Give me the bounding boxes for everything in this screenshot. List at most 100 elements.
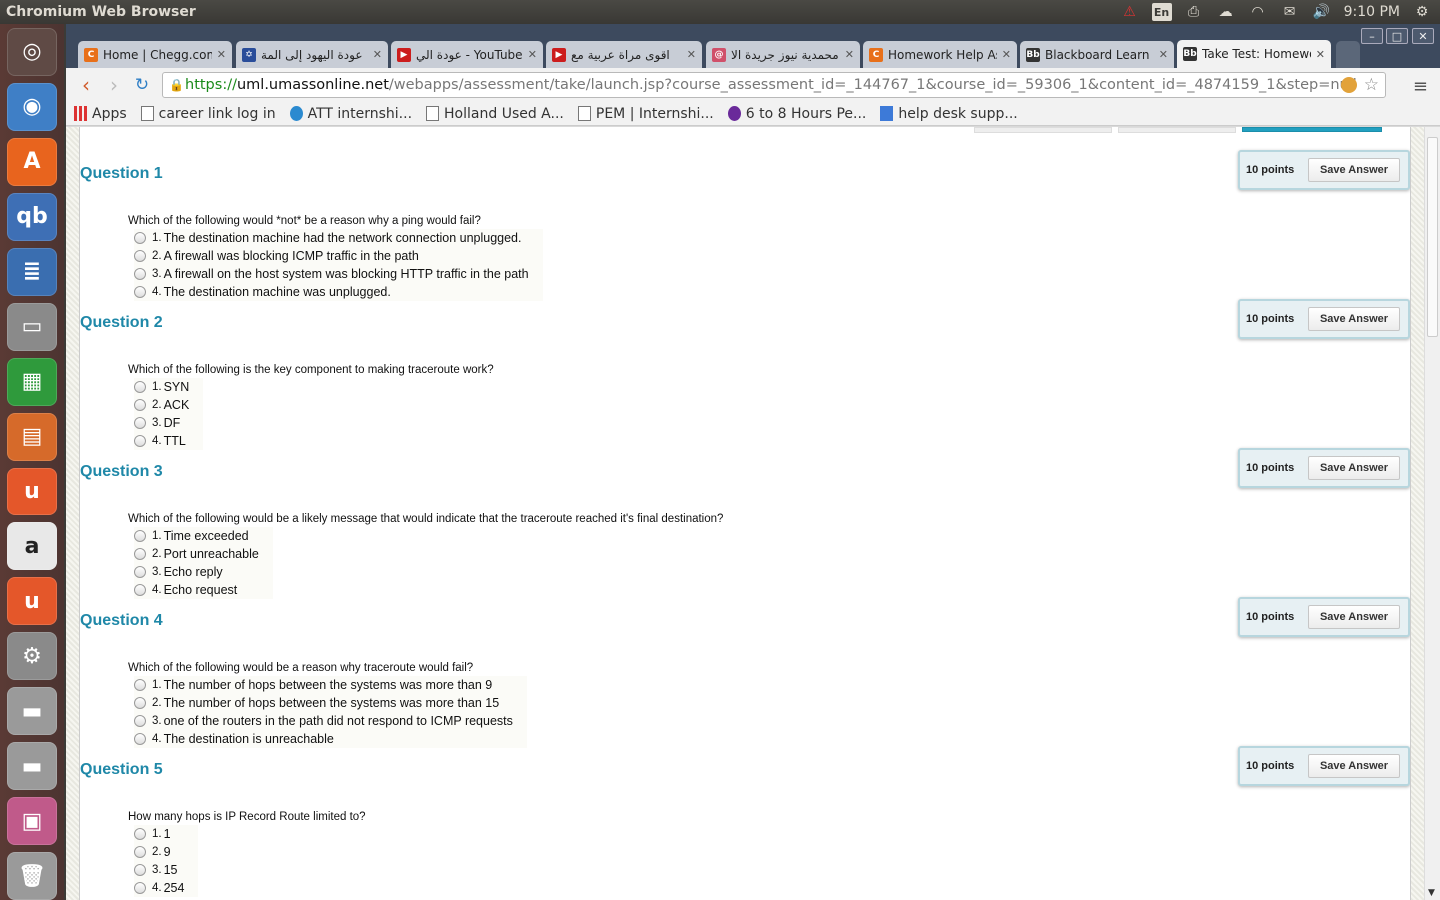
answer-option[interactable]: 3. one of the routers in the path did not… (134, 712, 527, 730)
mail-icon[interactable]: ✉ (1280, 3, 1300, 21)
ubuntu-logo-icon[interactable]: ◎ (7, 28, 57, 76)
answer-option[interactable]: 3. Echo reply (134, 563, 273, 581)
browser-tab[interactable]: ✡ عودة اليهود إلى المة ✕ (236, 41, 388, 68)
browser-tab[interactable]: Bb Take Test: Homewo ✕ (1177, 40, 1331, 68)
bookmark-item[interactable]: Holland Used A... (426, 106, 564, 122)
writer-icon[interactable]: ≣ (7, 247, 57, 296)
wifi-icon[interactable]: ◠ (1248, 3, 1268, 21)
volume-icon[interactable]: 🔊 (1312, 3, 1332, 21)
amazon-icon[interactable]: a (7, 522, 57, 571)
save-answer-button[interactable]: Save Answer (1308, 307, 1400, 331)
system-settings-icon[interactable]: ⚙ (7, 632, 57, 681)
answer-option[interactable]: 1. Time exceeded (134, 527, 273, 545)
browser-tab[interactable]: C Homework Help As ✕ (863, 41, 1017, 68)
browser-tab[interactable]: Bb Blackboard Learn ✕ (1020, 41, 1174, 68)
answer-radio[interactable] (134, 399, 146, 411)
keyboard-layout-indicator[interactable]: En (1151, 3, 1172, 21)
answer-option[interactable]: 3. A firewall on the host system was bloc… (134, 265, 543, 283)
answer-option[interactable]: 2. Port unreachable (134, 545, 273, 563)
close-tab-icon[interactable]: ✕ (845, 48, 854, 61)
maximize-button[interactable]: □ (1386, 28, 1408, 44)
bookmark-item[interactable]: 6 to 8 Hours Pe... (727, 106, 866, 122)
save-answer-button[interactable]: Save Answer (1308, 605, 1400, 629)
answer-radio[interactable] (134, 864, 146, 876)
close-tab-icon[interactable]: ✕ (373, 48, 382, 61)
answer-option[interactable]: 2. 9 (134, 843, 199, 861)
close-tab-icon[interactable]: ✕ (1159, 48, 1168, 61)
answer-option[interactable]: 1. SYN (134, 378, 204, 396)
minimize-button[interactable]: – (1361, 28, 1383, 44)
chromium-icon[interactable]: ◉ (7, 82, 57, 131)
address-bar[interactable]: 🔒 https://uml.umassonline.net/webapps/as… (162, 72, 1386, 98)
close-window-button[interactable]: ✕ (1412, 28, 1434, 44)
answer-option[interactable]: 4. 254 (134, 879, 199, 897)
answer-option[interactable]: 2. The number of hops between the systems… (134, 694, 527, 712)
browser-tab[interactable]: C Home | Chegg.com ✕ (78, 41, 232, 68)
answer-radio[interactable] (134, 548, 146, 560)
answer-option[interactable]: 1. 1 (134, 825, 199, 843)
cloud-icon[interactable]: ☁ (1216, 3, 1236, 21)
answer-radio[interactable] (134, 697, 146, 709)
file-cabinet-icon[interactable]: ▭ (7, 302, 57, 351)
answer-radio[interactable] (134, 679, 146, 691)
calc-icon[interactable]: ▦ (7, 357, 57, 406)
save-answer-button[interactable]: Save Answer (1308, 158, 1400, 182)
answer-radio[interactable] (134, 846, 146, 858)
close-tab-icon[interactable]: ✕ (1002, 48, 1011, 61)
bookmark-item[interactable]: help desk supp... (880, 106, 1018, 122)
ubuntu-one-music-icon[interactable]: u (7, 577, 57, 626)
answer-radio[interactable] (134, 268, 146, 280)
bookmark-item[interactable]: PEM | Internshi... (577, 106, 714, 122)
menu-icon[interactable]: ≡ (1413, 76, 1428, 97)
answer-radio[interactable] (134, 417, 146, 429)
favicon-icon: ▶ (397, 47, 411, 62)
printer-icon[interactable]: ⎙ (1184, 3, 1204, 21)
scrollbar-thumb[interactable] (1427, 137, 1438, 337)
save-answer-button[interactable]: Save Answer (1308, 754, 1400, 778)
answer-option[interactable]: 2. A firewall was blocking ICMP traffic i… (134, 247, 543, 265)
close-tab-icon[interactable]: ✕ (217, 48, 226, 61)
workspace-switcher-icon[interactable]: ▣ (7, 797, 57, 846)
disk-icon[interactable]: ▬ (7, 687, 57, 736)
close-tab-icon[interactable]: ✕ (1316, 48, 1325, 61)
answer-option[interactable]: 1. The number of hops between the systems… (134, 676, 527, 694)
disk-icon[interactable]: ▬ (7, 742, 57, 791)
warning-icon[interactable]: ⚠ (1120, 3, 1140, 21)
back-button[interactable]: ‹ (72, 71, 100, 99)
qbittorrent-icon[interactable]: qb (7, 192, 57, 241)
close-tab-icon[interactable]: ✕ (528, 48, 537, 61)
browser-tab[interactable]: ▶ اقوى مراة عربية مع ✕ (546, 41, 702, 68)
answer-option[interactable]: 1. The destination machine had the networ… (134, 229, 543, 247)
answer-option[interactable]: 3. 15 (134, 861, 199, 879)
close-tab-icon[interactable]: ✕ (687, 48, 696, 61)
extension-icon[interactable] (1341, 77, 1357, 93)
reload-button[interactable]: ↻ (128, 71, 156, 99)
answer-radio[interactable] (134, 715, 146, 727)
scroll-down-arrow[interactable]: ▼ (1428, 888, 1435, 898)
answer-radio[interactable] (134, 250, 146, 262)
clock[interactable]: 9:10 PM (1344, 4, 1400, 20)
answer-option[interactable]: 2. ACK (134, 396, 204, 414)
browser-tab[interactable]: ▶ عودة الي - YouTube ✕ (391, 41, 543, 68)
scrollbar[interactable]: ▼ (1424, 127, 1440, 900)
bookmark-star-icon[interactable]: ☆ (1364, 75, 1379, 95)
new-tab-button[interactable] (1336, 41, 1360, 68)
forward-button[interactable]: › (100, 71, 128, 99)
save-answer-button[interactable]: Save Answer (1308, 456, 1400, 480)
answer-radio[interactable] (134, 566, 146, 578)
software-center-icon[interactable]: A (7, 137, 57, 186)
bookmark-item[interactable]: Apps (74, 106, 127, 122)
trash-icon[interactable]: 🗑 (7, 852, 57, 900)
bookmark-item[interactable]: career link log in (140, 106, 276, 122)
impress-icon[interactable]: ▤ (7, 412, 57, 461)
gear-icon[interactable]: ⚙ (1412, 3, 1432, 21)
answer-radio[interactable] (134, 232, 146, 244)
answer-radio[interactable] (134, 530, 146, 542)
answer-option[interactable]: 3. DF (134, 414, 204, 432)
browser-tab[interactable]: @ محمدية نيوز جريدة الا ✕ (706, 41, 860, 68)
answer-radio[interactable] (134, 381, 146, 393)
answer-radio[interactable] (134, 882, 146, 894)
answer-radio[interactable] (134, 828, 146, 840)
bookmark-item[interactable]: ATT internshi... (289, 106, 412, 122)
ubuntu-one-icon[interactable]: u (7, 467, 57, 516)
